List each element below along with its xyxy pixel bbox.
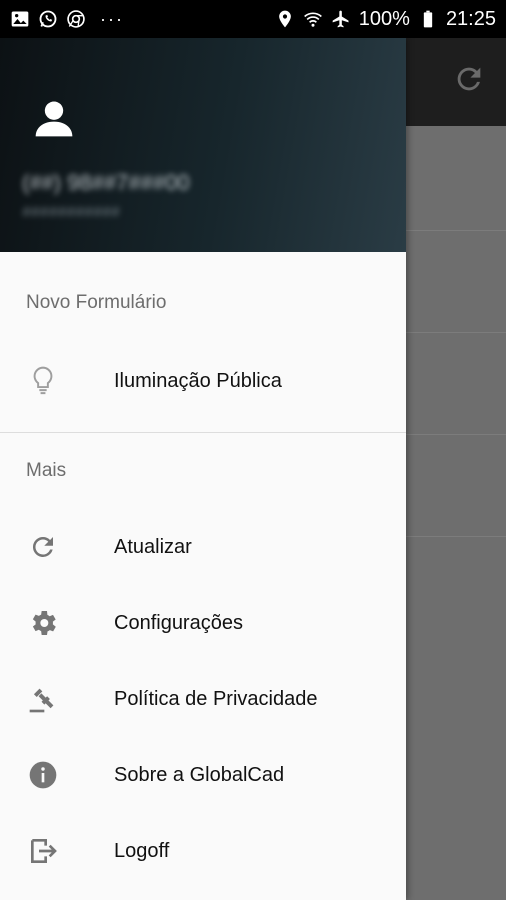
airplane-icon (332, 10, 349, 28)
info-icon (26, 758, 60, 792)
battery-percent: 100% (358, 7, 410, 30)
list-divider (406, 536, 506, 537)
exit-icon (26, 834, 60, 868)
user-subtitle: ########### (22, 204, 120, 221)
drawer-header: (##) 98##7###00 ########### (0, 38, 406, 252)
menu-item-label: Configurações (114, 611, 243, 634)
user-name: (##) 98##7###00 (22, 170, 190, 195)
gear-icon (26, 606, 60, 640)
menu-item-label: Atualizar (114, 535, 192, 558)
menu-item-label: Sobre a GlobalCad (114, 763, 285, 786)
chrome-icon (67, 10, 85, 28)
more-notifications: ··· (100, 8, 124, 29)
list-divider (406, 230, 506, 231)
section-title-mais: Mais (26, 460, 67, 481)
menu-item-label: Logoff (114, 839, 170, 862)
menu-item-label: Iluminação Pública (114, 369, 282, 392)
menu-item-atualizar[interactable]: Atualizar (0, 512, 406, 582)
refresh-icon[interactable] (452, 62, 486, 96)
menu-item-logoff[interactable]: Logoff (0, 816, 406, 886)
gallery-icon (11, 11, 29, 27)
menu-item-configuracoes[interactable]: Configurações (0, 588, 406, 658)
battery-icon (423, 10, 433, 28)
list-divider (406, 434, 506, 435)
status-bar: ··· 100% 21:25 (0, 0, 506, 38)
lightbulb-icon (26, 364, 60, 398)
location-icon (278, 10, 291, 28)
whatsapp-icon (39, 10, 57, 28)
user-avatar-icon (35, 101, 73, 137)
gavel-icon (26, 682, 60, 716)
menu-item-politica-privacidade[interactable]: Política de Privacidade (0, 664, 406, 734)
menu-item-iluminacao-publica[interactable]: Iluminação Pública (0, 346, 406, 416)
refresh-icon (26, 530, 60, 564)
clock: 21:25 (445, 7, 496, 30)
menu-item-label: Política de Privacidade (114, 687, 318, 710)
section-title-novo-formulario: Novo Formulário (26, 292, 167, 313)
list-divider (406, 332, 506, 333)
wifi-icon (303, 12, 322, 27)
navigation-drawer: (##) 98##7###00 ########### Novo Formulá… (0, 38, 406, 900)
menu-item-sobre[interactable]: Sobre a GlobalCad (0, 740, 406, 810)
section-divider (0, 432, 406, 433)
